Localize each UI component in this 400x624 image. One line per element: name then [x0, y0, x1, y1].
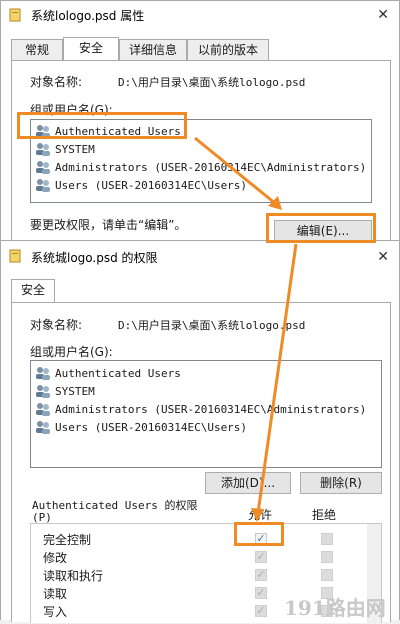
annotation-arrows [194, 136, 298, 522]
arrow-line [194, 136, 277, 206]
watermark: 191路由网 [284, 596, 386, 620]
arrow-line [256, 243, 298, 514]
arrowhead-icon [251, 508, 264, 522]
